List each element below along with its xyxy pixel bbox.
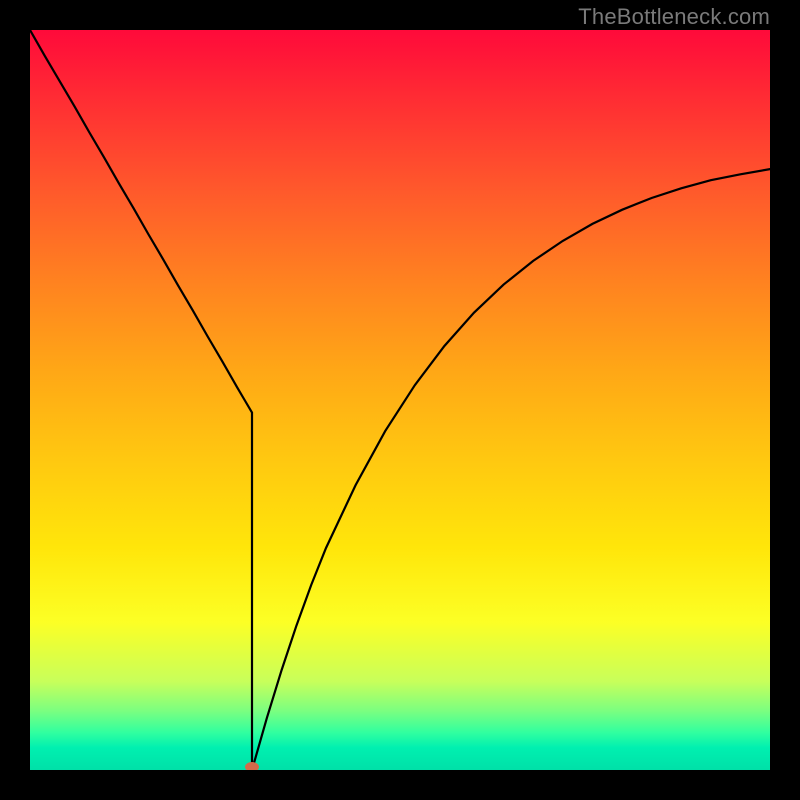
marker-dot (245, 762, 259, 770)
chart-svg (30, 30, 770, 770)
watermark-text: TheBottleneck.com (578, 4, 770, 30)
chart-plot-area (30, 30, 770, 770)
chart-frame: TheBottleneck.com (0, 0, 800, 800)
bottleneck-curve (30, 30, 770, 770)
